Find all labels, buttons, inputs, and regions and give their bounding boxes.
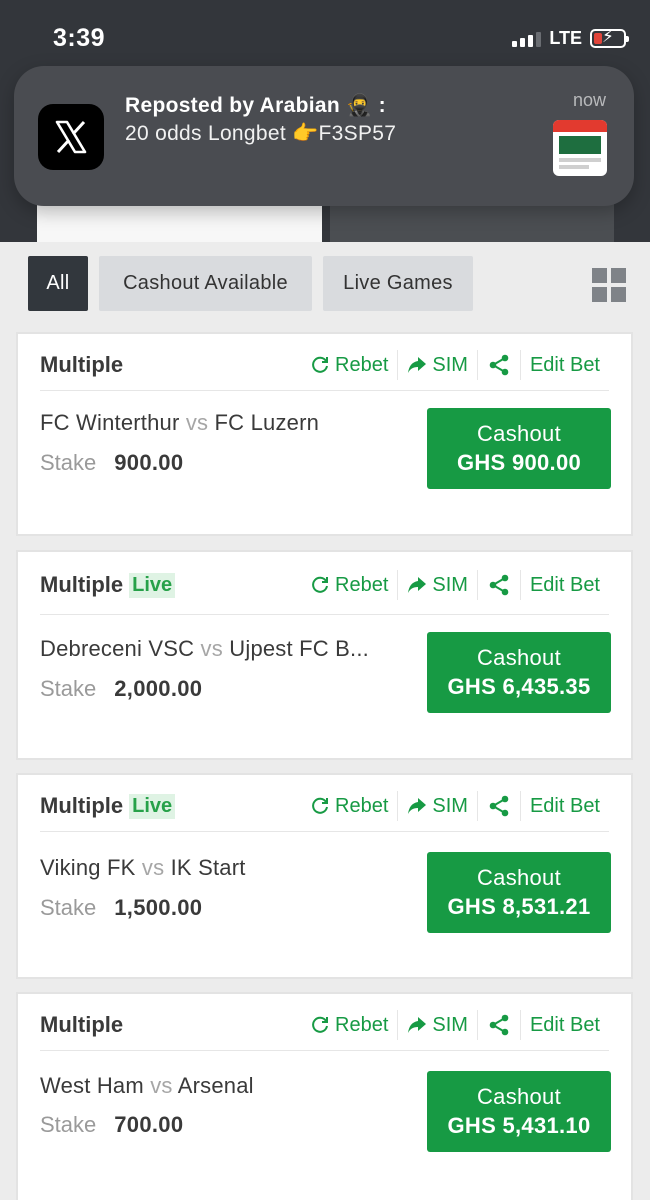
divider bbox=[40, 614, 609, 615]
notification-thumbnail bbox=[553, 120, 607, 176]
share-icon bbox=[489, 1014, 509, 1036]
refresh-icon bbox=[312, 797, 329, 814]
cashout-label: Cashout bbox=[476, 864, 562, 890]
cashout-button[interactable]: Cashout GHS 6,435.35 bbox=[427, 632, 611, 713]
bet-card: Multiple Rebet SIM Edit Bet FC Winterthu… bbox=[16, 332, 633, 536]
battery-charging-icon: ⚡ bbox=[590, 28, 629, 48]
filter-cashout-available[interactable]: Cashout Available bbox=[99, 256, 312, 311]
stake-label: Stake bbox=[40, 676, 97, 701]
share-icon bbox=[489, 354, 509, 376]
home-team: FC Winterthur bbox=[40, 410, 180, 435]
bet-type: Multiple bbox=[40, 1012, 124, 1037]
stake-label: Stake bbox=[40, 895, 97, 920]
notification-body: 20 odds Longbet 👉F3SP57 bbox=[125, 122, 397, 145]
share-button[interactable] bbox=[476, 350, 520, 380]
share-button[interactable] bbox=[476, 1010, 520, 1040]
rebet-button[interactable]: Rebet bbox=[301, 570, 397, 600]
cashout-label: Cashout bbox=[476, 644, 562, 670]
grid-view-icon[interactable] bbox=[592, 268, 626, 302]
cashout-button[interactable]: Cashout GHS 8,531.21 bbox=[427, 852, 611, 933]
sim-button[interactable]: SIM bbox=[397, 350, 477, 380]
match-title: West Ham vs Arsenal bbox=[40, 1073, 254, 1099]
vs-label: vs bbox=[200, 636, 223, 661]
divider bbox=[40, 831, 609, 832]
edit-bet-button[interactable]: Edit Bet bbox=[519, 570, 609, 600]
away-team: FC Luzern bbox=[214, 410, 320, 435]
refresh-icon bbox=[312, 1016, 329, 1033]
forward-arrow-icon bbox=[408, 1017, 427, 1033]
vs-label: vs bbox=[141, 855, 165, 880]
match-title: Viking FK vs IK Start bbox=[40, 855, 246, 881]
bet-actions: Rebet SIM Edit Bet bbox=[301, 350, 609, 380]
vs-label: vs bbox=[185, 410, 209, 435]
bet-type: Multiple bbox=[40, 572, 124, 597]
away-team: Arsenal bbox=[177, 1073, 254, 1098]
bet-type: Multiple bbox=[40, 793, 124, 818]
notification-banner[interactable]: Reposted by Arabian 🥷 : 20 odds Longbet … bbox=[14, 66, 634, 206]
refresh-icon bbox=[312, 356, 329, 373]
stake-value: 2,000.00 bbox=[114, 676, 203, 701]
away-team: Ujpest FC B... bbox=[229, 636, 369, 661]
cashout-amount: GHS 8,531.21 bbox=[447, 893, 591, 919]
cashout-button[interactable]: Cashout GHS 5,431.10 bbox=[427, 1071, 611, 1152]
share-icon bbox=[489, 574, 509, 596]
sim-button[interactable]: SIM bbox=[397, 791, 477, 821]
rebet-button[interactable]: Rebet bbox=[301, 350, 397, 380]
cashout-amount: GHS 900.00 bbox=[456, 449, 582, 475]
bet-card: Multiple Live Rebet SIM Edit Bet Debrece… bbox=[16, 550, 633, 760]
match-title: Debreceni VSC vs Ujpest FC B... bbox=[40, 636, 369, 662]
stake-value: 700.00 bbox=[114, 1112, 184, 1137]
share-button[interactable] bbox=[476, 570, 520, 600]
notification-time: now bbox=[572, 90, 606, 110]
status-icons: LTE ⚡ bbox=[512, 28, 629, 49]
stake-value: 1,500.00 bbox=[114, 895, 203, 920]
bet-actions: Rebet SIM Edit Bet bbox=[301, 791, 609, 821]
filter-bar: All Cashout Available Live Games bbox=[0, 242, 650, 332]
rebet-button[interactable]: Rebet bbox=[301, 1010, 397, 1040]
cashout-amount: GHS 6,435.35 bbox=[447, 673, 591, 699]
refresh-icon bbox=[312, 576, 329, 593]
cashout-label: Cashout bbox=[476, 1083, 562, 1109]
bet-actions: Rebet SIM Edit Bet bbox=[301, 570, 609, 600]
stake-label: Stake bbox=[40, 450, 97, 475]
bet-card: Multiple Rebet SIM Edit Bet West Ham vs … bbox=[16, 992, 633, 1200]
share-button[interactable] bbox=[476, 791, 520, 821]
bet-type: Multiple bbox=[40, 352, 124, 377]
x-logo-icon bbox=[38, 104, 104, 170]
rebet-button[interactable]: Rebet bbox=[301, 791, 397, 821]
live-badge: Live bbox=[129, 793, 176, 819]
notification-title: Reposted by Arabian 🥷 : bbox=[125, 94, 386, 117]
share-icon bbox=[489, 795, 509, 817]
sim-button[interactable]: SIM bbox=[397, 1010, 477, 1040]
live-badge: Live bbox=[129, 572, 176, 598]
bet-actions: Rebet SIM Edit Bet bbox=[301, 1010, 609, 1040]
network-label: LTE bbox=[549, 28, 582, 48]
forward-arrow-icon bbox=[408, 577, 427, 593]
home-team: Debreceni VSC bbox=[40, 636, 195, 661]
status-time: 3:39 bbox=[53, 24, 106, 52]
cashout-button[interactable]: Cashout GHS 900.00 bbox=[427, 408, 611, 489]
divider bbox=[40, 1050, 609, 1051]
match-title: FC Winterthur vs FC Luzern bbox=[40, 410, 319, 436]
signal-icon bbox=[512, 31, 542, 47]
stake-value: 900.00 bbox=[114, 450, 184, 475]
edit-bet-button[interactable]: Edit Bet bbox=[519, 791, 609, 821]
filter-live-games[interactable]: Live Games bbox=[323, 256, 473, 311]
home-team: West Ham bbox=[40, 1073, 144, 1098]
away-team: IK Start bbox=[170, 855, 246, 880]
cashout-amount: GHS 5,431.10 bbox=[447, 1112, 591, 1138]
forward-arrow-icon bbox=[408, 798, 427, 814]
cashout-label: Cashout bbox=[476, 420, 562, 446]
divider bbox=[40, 390, 609, 391]
home-team: Viking FK bbox=[40, 855, 136, 880]
stake-label: Stake bbox=[40, 1112, 97, 1137]
edit-bet-button[interactable]: Edit Bet bbox=[519, 1010, 609, 1040]
edit-bet-button[interactable]: Edit Bet bbox=[519, 350, 609, 380]
vs-label: vs bbox=[150, 1073, 173, 1098]
bet-card: Multiple Live Rebet SIM Edit Bet Viking … bbox=[16, 773, 633, 979]
forward-arrow-icon bbox=[408, 357, 427, 373]
sim-button[interactable]: SIM bbox=[397, 570, 477, 600]
filter-all[interactable]: All bbox=[28, 256, 88, 311]
